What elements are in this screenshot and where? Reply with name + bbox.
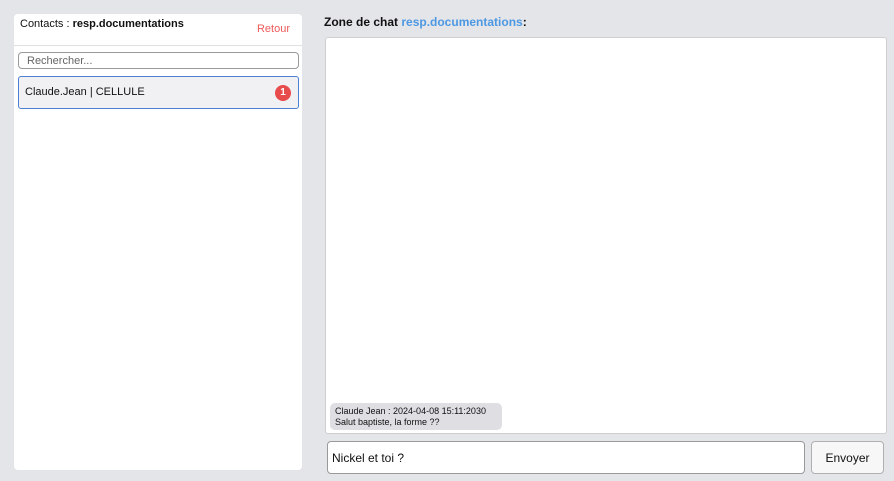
message-input[interactable]: [327, 441, 805, 474]
unread-badge: 1: [275, 85, 291, 101]
chat-heading-suffix: :: [522, 15, 527, 29]
contact-name: Claude.Jean | CELLULE: [25, 86, 145, 98]
message-text: Salut baptiste, la forme ??: [335, 417, 440, 427]
contacts-title-prefix: Contacts :: [20, 18, 73, 30]
chat-messages-area: Claude Jean : 2024-04-08 15:11:2030 Salu…: [325, 37, 887, 434]
message-bubble: Claude Jean : 2024-04-08 15:11:2030 Salu…: [330, 403, 502, 430]
chat-app: Contacts : resp.documentations Retour Cl…: [0, 0, 894, 481]
contacts-panel: Contacts : resp.documentations Retour Cl…: [14, 14, 302, 470]
search-input[interactable]: [18, 52, 299, 69]
contact-item[interactable]: Claude.Jean | CELLULE 1: [18, 76, 299, 109]
contacts-header: Contacts : resp.documentations Retour: [14, 14, 302, 46]
chat-heading-user: resp.documentations: [401, 15, 523, 29]
message-meta: Claude Jean : 2024-04-08 15:11:2030: [335, 406, 486, 416]
send-button[interactable]: Envoyer: [811, 441, 884, 474]
contacts-title: Contacts : resp.documentations: [20, 18, 184, 30]
contacts-current-user: resp.documentations: [72, 18, 184, 30]
chat-heading-prefix: Zone de chat: [324, 15, 402, 29]
chat-heading: Zone de chat resp.documentations:: [324, 15, 527, 29]
back-link[interactable]: Retour: [257, 23, 290, 35]
